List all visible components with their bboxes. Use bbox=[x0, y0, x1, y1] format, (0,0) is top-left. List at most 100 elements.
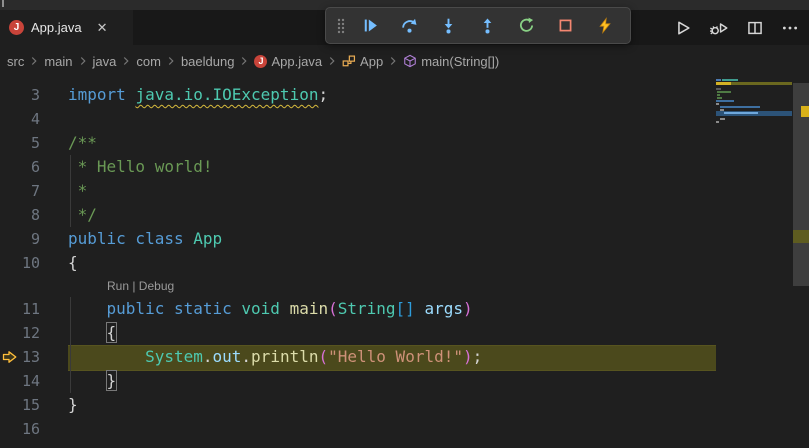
continue-icon bbox=[362, 17, 379, 34]
code-text: public static void main(String[] args) bbox=[40, 297, 473, 321]
breadcrumb-label: main(String[]) bbox=[421, 54, 499, 69]
code-text: * Hello world! bbox=[40, 155, 213, 179]
line-number[interactable]: 3 bbox=[0, 83, 40, 107]
code-text: } bbox=[40, 369, 116, 393]
step-out-icon bbox=[479, 17, 496, 34]
breadcrumb-item-main[interactable]: main bbox=[44, 54, 72, 69]
breadcrumb-label: App.java bbox=[271, 54, 322, 69]
chevron-right-icon bbox=[76, 54, 90, 68]
breadcrumb: src main java com baeldung J App.java App main(S… bbox=[0, 45, 809, 77]
more-actions-button[interactable] bbox=[781, 19, 799, 37]
code-text: /** bbox=[40, 131, 97, 155]
chevron-right-icon bbox=[119, 54, 133, 68]
stop-button[interactable] bbox=[546, 11, 585, 41]
symbol-method-icon bbox=[403, 54, 417, 68]
debug-toolbar-drag-handle[interactable] bbox=[332, 11, 351, 41]
code-text bbox=[40, 107, 68, 131]
line-number[interactable]: 14 bbox=[0, 369, 40, 393]
editor-actions bbox=[674, 10, 799, 45]
split-editor-button[interactable] bbox=[746, 19, 764, 37]
hot-code-replace-icon bbox=[597, 17, 613, 34]
code-line-13[interactable]: 13 System.out.println("Hello World!"); bbox=[0, 345, 809, 369]
code-text: */ bbox=[40, 203, 97, 227]
more-actions-icon bbox=[781, 19, 799, 37]
breadcrumb-label: main bbox=[44, 54, 72, 69]
step-over-icon bbox=[401, 17, 418, 34]
code-line-3[interactable]: 3import java.io.IOException; bbox=[0, 83, 809, 107]
line-number[interactable]: 8 bbox=[0, 203, 40, 227]
minimap[interactable] bbox=[716, 79, 792, 209]
code-text bbox=[40, 417, 68, 441]
stop-icon bbox=[557, 17, 574, 34]
code-text: { bbox=[40, 321, 116, 345]
breadcrumb-item-java[interactable]: java bbox=[93, 54, 117, 69]
overview-debug-line-mark bbox=[793, 230, 809, 243]
editor: 3import java.io.IOException;45/**6 * Hel… bbox=[0, 77, 809, 448]
breadcrumb-item-src[interactable]: src bbox=[7, 54, 24, 69]
code-line-15[interactable]: 15} bbox=[0, 393, 809, 417]
code-line-16[interactable]: 16 bbox=[0, 417, 809, 441]
code-line-11[interactable]: 11 public static void main(String[] args… bbox=[0, 297, 809, 321]
chevron-right-icon bbox=[237, 54, 251, 68]
breadcrumb-label: App bbox=[360, 54, 383, 69]
breadcrumb-item-main-string[interactable]: main(String[]) bbox=[403, 54, 499, 69]
java-file-icon: J bbox=[9, 20, 24, 35]
code-text: * bbox=[40, 179, 87, 203]
breadcrumb-label: com bbox=[136, 54, 161, 69]
line-number[interactable]: 15 bbox=[0, 393, 40, 417]
step-into-button[interactable] bbox=[429, 11, 468, 41]
tab-app-java[interactable]: J App.java ✕ bbox=[0, 10, 133, 45]
chevron-right-icon bbox=[27, 54, 41, 68]
code-line-4[interactable]: 4 bbox=[0, 107, 809, 131]
vscode-window: J App.java ✕ src main java com baeldung J App.… bbox=[0, 0, 809, 448]
chevron-right-icon bbox=[386, 54, 400, 68]
overview-warning-mark bbox=[801, 106, 809, 117]
line-number[interactable]: 5 bbox=[0, 131, 40, 155]
breadcrumb-label: baeldung bbox=[181, 54, 235, 69]
split-editor-icon bbox=[746, 19, 764, 37]
codelens-run-debug[interactable]: Run | Debug bbox=[107, 279, 174, 293]
debug-alt-icon bbox=[709, 19, 729, 37]
line-number[interactable]: 9 bbox=[0, 227, 40, 251]
run-button[interactable] bbox=[674, 19, 692, 37]
code-line-14[interactable]: 14 } bbox=[0, 369, 809, 393]
code-line-6[interactable]: 6 * Hello world! bbox=[0, 155, 809, 179]
code-text: { bbox=[40, 251, 78, 275]
line-number[interactable]: 6 bbox=[0, 155, 40, 179]
step-over-button[interactable] bbox=[390, 11, 429, 41]
continue-button[interactable] bbox=[351, 11, 390, 41]
symbol-class-icon bbox=[342, 54, 356, 68]
drag-handle-icon bbox=[336, 17, 348, 35]
line-number[interactable]: 12 bbox=[0, 321, 40, 345]
step-out-button[interactable] bbox=[468, 11, 507, 41]
code-text: } bbox=[40, 393, 78, 417]
breadcrumb-item-app-java[interactable]: J App.java bbox=[254, 54, 322, 69]
breadcrumb-item-com[interactable]: com bbox=[136, 54, 161, 69]
editor-scrollbar[interactable] bbox=[793, 77, 809, 448]
code-text: System.out.println("Hello World!"); bbox=[40, 345, 482, 369]
debug-toolbar bbox=[325, 7, 631, 44]
debug-alt-button[interactable] bbox=[709, 19, 729, 37]
java-file-icon: J bbox=[254, 55, 267, 68]
code-line-5[interactable]: 5/** bbox=[0, 131, 809, 155]
hot-code-replace-button[interactable] bbox=[585, 11, 624, 41]
code-line-8[interactable]: 8 */ bbox=[0, 203, 809, 227]
line-number[interactable]: 4 bbox=[0, 107, 40, 131]
breadcrumb-item-app[interactable]: App bbox=[342, 54, 383, 69]
tab-title: App.java bbox=[31, 20, 82, 35]
line-number[interactable]: 16 bbox=[0, 417, 40, 441]
breadcrumb-label: java bbox=[93, 54, 117, 69]
code-line-7[interactable]: 7 * bbox=[0, 179, 809, 203]
codelens-row: Run | Debug bbox=[0, 275, 809, 297]
code-line-9[interactable]: 9public class App bbox=[0, 227, 809, 251]
breadcrumb-item-baeldung[interactable]: baeldung bbox=[181, 54, 235, 69]
code-line-12[interactable]: 12 { bbox=[0, 321, 809, 345]
tab-close-icon[interactable]: ✕ bbox=[97, 20, 108, 36]
line-number[interactable]: 10 bbox=[0, 251, 40, 275]
debug-current-line-arrow-icon bbox=[2, 349, 18, 365]
line-number[interactable]: 11 bbox=[0, 297, 40, 321]
restart-button[interactable] bbox=[507, 11, 546, 41]
line-number[interactable]: 7 bbox=[0, 179, 40, 203]
code-area[interactable]: 3import java.io.IOException;45/**6 * Hel… bbox=[0, 83, 809, 441]
code-line-10[interactable]: 10{ bbox=[0, 251, 809, 275]
